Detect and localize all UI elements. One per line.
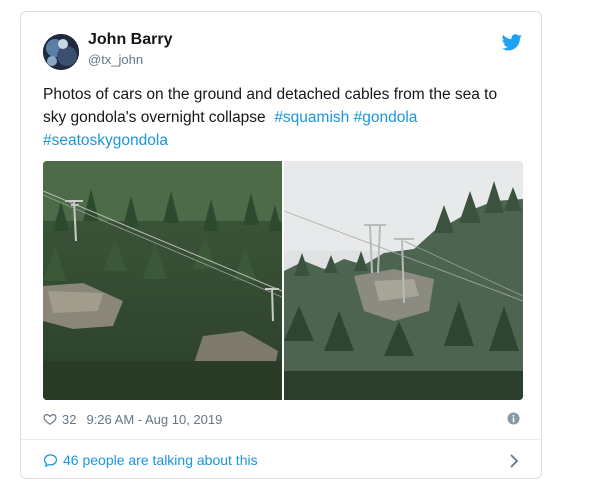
conversation-link[interactable]: 46 people are talking about this <box>21 440 541 479</box>
author-handle[interactable]: @tx_john <box>88 52 143 67</box>
author-name[interactable]: John Barry <box>88 31 172 49</box>
hashtag-seatoskygondola[interactable]: #seatoskygondola <box>43 132 168 149</box>
tweet-meta: 32 9:26 AM - Aug 10, 2019 <box>43 410 222 428</box>
avatar-image <box>43 34 79 70</box>
hashtag-squamish[interactable]: #squamish <box>274 109 349 126</box>
author-avatar[interactable] <box>43 34 79 70</box>
conversation-label: 46 people are talking about this <box>63 452 258 468</box>
twitter-bird-icon[interactable] <box>502 34 522 51</box>
chevron-right-icon <box>510 454 519 468</box>
heart-icon[interactable] <box>43 412 57 426</box>
photo-left[interactable] <box>43 161 282 400</box>
media-gallery <box>43 161 523 400</box>
tweet-text: Photos of cars on the ground and detache… <box>43 83 523 152</box>
info-icon[interactable] <box>507 412 520 425</box>
speech-bubble-icon <box>43 454 58 468</box>
photo-right[interactable] <box>284 161 523 400</box>
tweet-card[interactable]: John Barry @tx_john Photos of cars on th… <box>20 11 542 479</box>
hashtag-gondola[interactable]: #gondola <box>354 109 418 126</box>
like-count[interactable]: 32 <box>62 412 76 427</box>
tweet-timestamp[interactable]: 9:26 AM - Aug 10, 2019 <box>86 412 222 427</box>
tweet-body: Photos of cars on the ground and detache… <box>43 86 498 126</box>
